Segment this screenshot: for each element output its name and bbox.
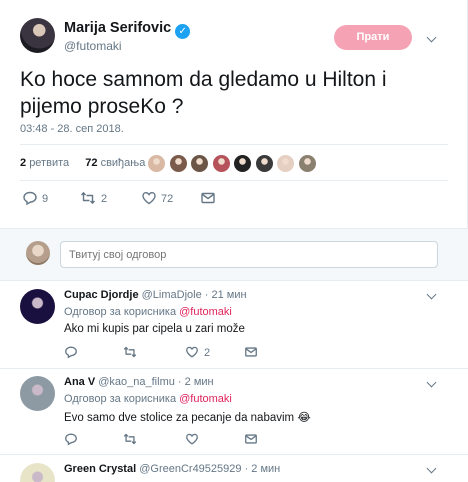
envelope-icon <box>245 347 257 357</box>
author-avatar[interactable] <box>20 18 55 53</box>
reply-menu-chevron-down-icon[interactable] <box>427 291 437 301</box>
liker-avatar[interactable] <box>190 154 209 173</box>
current-user-avatar <box>26 241 50 265</box>
direct-message-action[interactable] <box>200 190 216 208</box>
reply-to-line: Одговор за корисника @futomaki <box>64 393 232 405</box>
likes-count[interactable]: 72 <box>85 157 97 169</box>
tweet-menu-chevron-down-icon[interactable] <box>427 34 437 44</box>
reply-author-name[interactable]: Green Crystal <box>64 463 136 475</box>
liker-avatar[interactable] <box>168 154 188 173</box>
reply-time[interactable]: · 2 мин <box>245 463 281 475</box>
reply-item[interactable]: Green Crystal @GreenCr49525929 · 2 мин <box>0 455 468 482</box>
tweet-stats: 2 ретвита 72 свиђања <box>20 157 145 169</box>
reply-to-line: Одговор за корисника @futomaki <box>64 306 232 318</box>
reply-author-name[interactable]: Cupac Djordje <box>64 289 139 301</box>
reply-action[interactable]: 9 <box>22 190 48 208</box>
direct-message-action[interactable] <box>244 345 258 363</box>
reply-author-avatar[interactable] <box>20 376 55 411</box>
liker-avatar[interactable] <box>233 154 252 173</box>
reply-action[interactable] <box>64 432 78 450</box>
reply-author-handle[interactable]: @LimaDjole <box>142 289 202 301</box>
direct-message-action[interactable] <box>244 432 258 450</box>
reply-author-handle[interactable]: @kao_na_filmu <box>98 376 175 388</box>
heart-icon <box>186 433 198 445</box>
verified-badge-icon: ✓ <box>175 24 191 39</box>
reply-author-handle[interactable]: @GreenCr49525929 <box>139 463 241 475</box>
retweets-label[interactable]: ретвита <box>29 157 69 169</box>
liker-avatar[interactable] <box>276 154 295 173</box>
like-count: 2 <box>204 347 211 359</box>
liker-avatar[interactable] <box>211 154 231 173</box>
reply-action[interactable] <box>64 345 78 363</box>
retweet-icon <box>123 346 137 358</box>
liker-avatar[interactable] <box>147 154 166 173</box>
reply-icon <box>23 191 37 206</box>
retweets-count[interactable]: 2 <box>20 157 26 169</box>
reply-author-name[interactable]: Ana V <box>64 376 95 388</box>
main-tweet: Marija Serifovic ✓ @futomaki Прати Ko hoc… <box>0 0 468 228</box>
reply-header: Cupac Djordje @LimaDjole · 21 мин <box>64 289 247 301</box>
author-handle[interactable]: @futomaki <box>64 39 122 53</box>
likes-label[interactable]: свиђања <box>101 157 146 169</box>
envelope-icon <box>201 192 215 204</box>
reply-compose-bar <box>0 228 468 281</box>
tweet-text: Ko hoce samnom da gledamo u Hilton i pij… <box>20 68 387 118</box>
reply-text: Ako mi kupis par cipela u zari može <box>64 323 245 335</box>
retweet-action[interactable] <box>123 432 137 450</box>
tweet-timestamp[interactable]: 03:48 - 28. сеп 2018. <box>20 123 124 135</box>
reply-count: 9 <box>42 193 49 205</box>
reply-header: Ana V @kao_na_filmu · 2 мин <box>64 376 214 388</box>
retweet-action[interactable] <box>123 345 137 363</box>
follow-button[interactable]: Прати <box>334 25 412 50</box>
retweet-icon <box>123 433 137 445</box>
reply-menu-chevron-down-icon[interactable] <box>427 465 437 475</box>
reply-author-avatar[interactable] <box>20 463 55 482</box>
liker-avatar[interactable] <box>297 154 317 173</box>
heart-icon <box>142 191 156 205</box>
reply-input[interactable] <box>60 241 438 268</box>
reply-icon <box>65 346 77 359</box>
reply-item[interactable]: Cupac Djordje @LimaDjole · 21 мин Одгово… <box>0 281 468 369</box>
reply-menu-chevron-down-icon[interactable] <box>427 379 437 389</box>
retweet-icon <box>80 192 96 204</box>
envelope-icon <box>245 434 257 444</box>
reply-to-prefix: Одговор за корисника <box>64 393 177 405</box>
liker-avatar[interactable] <box>254 154 274 173</box>
reply-to-mention[interactable]: @futomaki <box>179 306 232 318</box>
reply-time[interactable]: · 21 мин <box>205 289 247 301</box>
reply-text: Evo samo dve stolice za pecanje da nabav… <box>64 412 311 424</box>
reply-time[interactable]: · 2 мин <box>178 376 214 388</box>
reply-item[interactable]: Ana V @kao_na_filmu · 2 мин Одговор за к… <box>0 369 468 455</box>
reply-to-prefix: Одговор за корисника <box>64 306 177 318</box>
like-action[interactable] <box>185 432 199 450</box>
author-name[interactable]: Marija Serifovic ✓ <box>64 20 191 39</box>
divider <box>20 180 448 181</box>
like-count: 72 <box>161 193 174 205</box>
reply-header: Green Crystal @GreenCr49525929 · 2 мин <box>64 463 280 475</box>
retweet-count: 2 <box>101 193 108 205</box>
reply-icon <box>65 433 77 446</box>
retweet-action[interactable]: 2 <box>80 190 107 208</box>
like-action[interactable]: 2 <box>185 345 210 363</box>
reply-to-mention[interactable]: @futomaki <box>179 393 232 405</box>
author-name-text[interactable]: Marija Serifovic <box>64 20 171 36</box>
divider <box>20 144 448 145</box>
reply-author-avatar[interactable] <box>20 289 55 324</box>
heart-icon <box>186 346 198 358</box>
like-action[interactable]: 72 <box>141 190 173 208</box>
